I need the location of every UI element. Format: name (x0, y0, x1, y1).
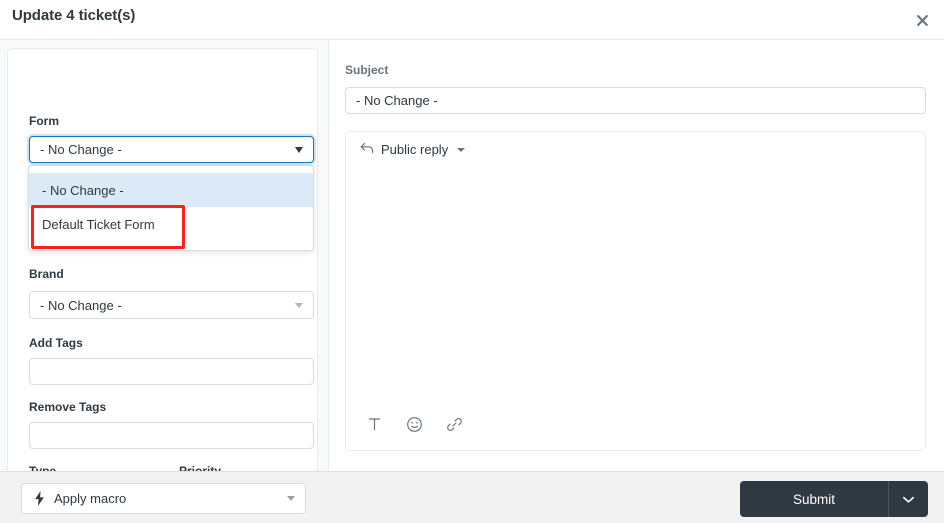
form-option-label: Default Ticket Form (42, 216, 155, 232)
emoji-icon[interactable] (404, 414, 424, 434)
brand-select-value: - No Change - (40, 297, 122, 313)
brand-label: Brand (29, 267, 64, 281)
submit-options-button[interactable] (888, 481, 928, 517)
fields-card: Form - No Change - Brand - No Change - A… (7, 48, 318, 471)
submit-button[interactable]: Submit (740, 481, 888, 517)
chevron-down-icon (902, 492, 915, 507)
form-select-value: - No Change - (40, 142, 122, 157)
page-title: Update 4 ticket(s) (12, 7, 136, 24)
reply-editor: Public reply (345, 131, 926, 451)
close-button[interactable] (908, 6, 936, 34)
apply-macro-label: Apply macro (54, 491, 127, 506)
reply-arrow-icon (360, 142, 374, 157)
subject-input[interactable] (345, 87, 926, 114)
reply-type-label: Public reply (381, 142, 449, 157)
editor-toolbar (346, 406, 925, 442)
modal-header: Update 4 ticket(s) (0, 0, 944, 40)
form-label: Form (29, 114, 59, 128)
text-format-icon[interactable] (364, 414, 384, 434)
chevron-down-icon (295, 146, 303, 153)
right-content-panel: Subject Public reply (329, 40, 944, 471)
subject-label: Subject (345, 63, 389, 77)
chevron-down-icon (457, 147, 466, 152)
add-tags-input[interactable] (29, 358, 314, 385)
apply-macro-select[interactable]: Apply macro (21, 483, 306, 514)
link-icon[interactable] (444, 414, 464, 434)
submit-button-group: Submit (740, 481, 928, 517)
form-option-no-change[interactable]: - No Change - (29, 173, 313, 207)
priority-label: Priority (179, 464, 222, 471)
modal-footer: Apply macro Submit (0, 471, 944, 523)
lightning-bolt-icon (34, 491, 45, 506)
brand-select[interactable]: - No Change - (29, 291, 314, 319)
remove-tags-input[interactable] (29, 422, 314, 449)
chevron-down-icon (287, 496, 295, 501)
reply-type-selector[interactable]: Public reply (360, 142, 466, 157)
remove-tags-label: Remove Tags (29, 400, 107, 414)
form-option-default-ticket-form[interactable]: Default Ticket Form (29, 207, 313, 241)
reply-body-textarea[interactable] (346, 174, 925, 407)
update-tickets-modal: Update 4 ticket(s) Form - No Change - Br… (0, 0, 944, 523)
left-fields-panel: Form - No Change - Brand - No Change - A… (0, 40, 328, 471)
form-dropdown-menu: - No Change - Default Ticket Form (28, 165, 314, 251)
form-option-label: - No Change - (42, 182, 124, 198)
add-tags-label: Add Tags (29, 336, 83, 350)
chevron-down-icon (295, 302, 303, 308)
type-label: Type (29, 464, 57, 471)
form-select[interactable]: - No Change - (29, 136, 314, 163)
close-icon (916, 14, 929, 27)
modal-body: Form - No Change - Brand - No Change - A… (0, 40, 944, 471)
